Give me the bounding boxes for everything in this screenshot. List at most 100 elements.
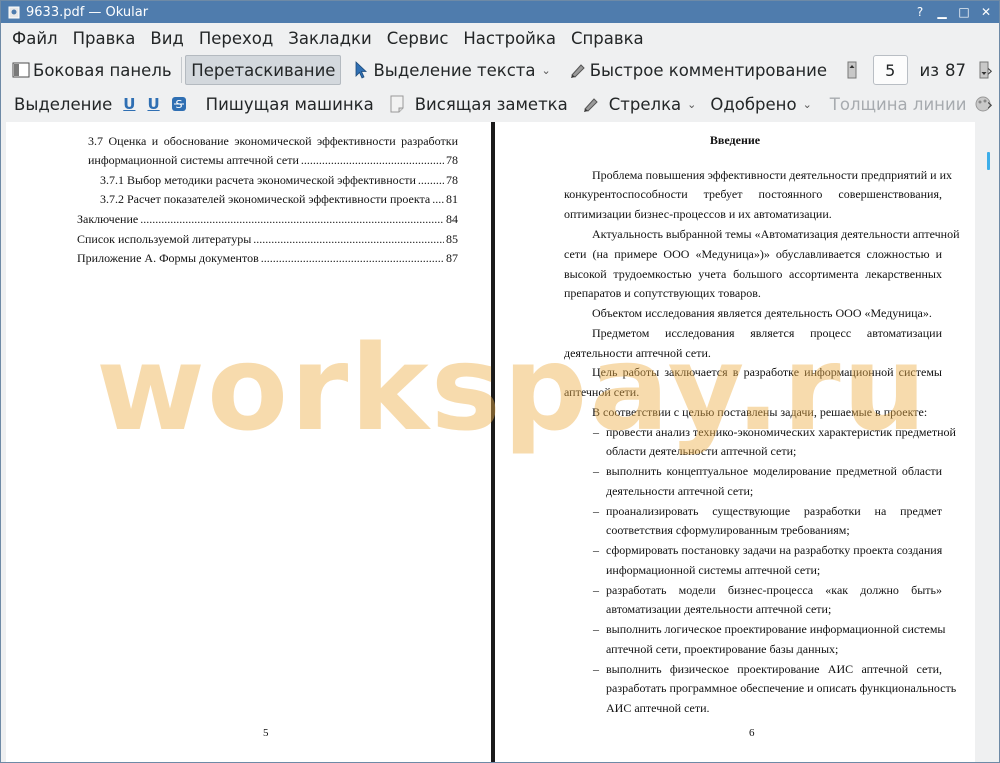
okular-app-icon[interactable]: [7, 5, 21, 19]
chevron-down-icon[interactable]: ⌄: [803, 98, 812, 111]
page-number-input[interactable]: 5: [873, 55, 908, 85]
toc-text: 3.7.1 Выбор методики расчета экономическ…: [100, 173, 416, 187]
bullet-mark: –: [593, 622, 599, 636]
bullet-line: информационной системы аптечной сети;: [606, 563, 821, 577]
sticky-note-label: Висящая заметка: [414, 94, 568, 114]
help-icon[interactable]: ?: [913, 4, 927, 20]
menu-file[interactable]: Файл: [5, 29, 65, 48]
page-right: Введение Проблема повышения эффективност…: [495, 122, 975, 762]
toc-leader: [418, 173, 444, 188]
toc-entry[interactable]: Приложение А. Формы документов 87: [77, 251, 458, 266]
titlebar: 9633.pdf — Okular ? ▁ □ ✕: [1, 1, 999, 23]
typewriter-label: Пишущая машинка: [205, 94, 374, 114]
okular-window: 9633.pdf — Okular ? ▁ □ ✕ Файл Правка Ви…: [0, 0, 1000, 763]
typewriter-button[interactable]: Пишущая машинка: [201, 89, 379, 119]
toolbar-overflow-icon[interactable]: ›: [987, 95, 993, 114]
squiggle-button[interactable]: U: [141, 89, 165, 119]
paragraph-line: конкурентоспособности требует постоянног…: [564, 187, 942, 201]
annotation-toolbar: Выделение U U S Пишущая машинка Висящая …: [1, 87, 999, 121]
bullet-line: деятельности аптечной сети;: [606, 484, 754, 498]
stamp-button[interactable]: Одобрено ⌄: [705, 89, 816, 119]
bullet-line: соответствия сформулированным требования…: [606, 523, 850, 537]
toc-leader: [432, 192, 444, 207]
highlight-button[interactable]: Выделение: [9, 89, 117, 119]
cursor-arrow-icon: [352, 61, 370, 79]
toc-leader: [253, 232, 444, 247]
section-heading: Введение: [709, 133, 761, 147]
chevron-down-icon[interactable]: ⌄: [687, 98, 696, 111]
bullet-mark: –: [593, 662, 599, 676]
menu-settings[interactable]: Настройка: [456, 29, 563, 48]
close-button[interactable]: ✕: [979, 4, 993, 20]
sticky-note-button[interactable]: Висящая заметка: [383, 89, 573, 119]
menu-view[interactable]: Вид: [143, 29, 190, 48]
scrollbar-thumb[interactable]: [987, 152, 990, 170]
menu-edit[interactable]: Правка: [66, 29, 143, 48]
page-up-icon: [843, 61, 861, 79]
line-width-button[interactable]: Толщина линии: [825, 89, 972, 119]
highlight-label: Выделение: [14, 94, 113, 114]
menu-bookmarks[interactable]: Закладки: [281, 29, 378, 48]
next-page-button[interactable]: [972, 55, 999, 85]
toc-leader: [261, 251, 444, 266]
browse-tool-button[interactable]: Перетаскивание: [185, 55, 342, 85]
menu-help[interactable]: Справка: [564, 29, 651, 48]
toc-text: 3.7.2 Расчет показателей экономической э…: [100, 192, 431, 206]
text-selection-label: Выделение текста: [373, 60, 536, 80]
maximize-button[interactable]: □: [957, 4, 971, 20]
toolbar-separator: [180, 57, 182, 83]
page-total: 87: [945, 60, 966, 80]
bullet-line: разработать модели бизнес-процесса «как …: [606, 583, 942, 597]
toc-page: 84: [446, 212, 458, 226]
bullet-line: сформировать постановку задачи на разраб…: [606, 543, 943, 557]
bullet-line: области деятельности аптечной сети;: [606, 444, 797, 458]
sidebar-label: Боковая панель: [33, 60, 172, 80]
paragraph-line: Проблема повышения эффективности деятель…: [592, 168, 952, 182]
bullet-line: выполнить логическое проектирование инфо…: [606, 622, 946, 636]
bullet-mark: –: [593, 425, 599, 439]
paragraph-line: сети (на примере ООО «Медуница»)» обусла…: [564, 247, 942, 261]
toc-entry[interactable]: Заключение 84: [77, 212, 458, 227]
paragraph-line: Цель работы заключается в разработке инф…: [592, 365, 942, 379]
menu-go[interactable]: Переход: [192, 29, 280, 48]
annotation-pen-icon: [569, 61, 587, 79]
minimize-button[interactable]: ▁: [935, 4, 949, 20]
quick-annotations-button[interactable]: Быстрое комментирование: [564, 55, 832, 85]
toc-entry[interactable]: информационной системы аптечной сети 78: [88, 153, 458, 168]
previous-page-button[interactable]: [840, 55, 867, 85]
stamp-label: Одобрено: [710, 94, 797, 114]
arrow-button[interactable]: Стрелка ⌄: [577, 89, 702, 119]
window-title: 9633.pdf — Okular: [26, 4, 149, 20]
document-view[interactable]: 3.7 Оценка и обоснование экономической э…: [1, 122, 999, 762]
vertical-scrollbar[interactable]: [977, 122, 999, 762]
bullet-line: разработать программное обеспечение и оп…: [606, 681, 957, 695]
paragraph-line: высокой трудоемкостью учета большого асс…: [564, 267, 942, 281]
main-toolbar: Боковая панель Перетаскивание Выделение …: [1, 53, 999, 87]
toc-entry[interactable]: Список используемой литературы 85: [77, 232, 458, 247]
toolbar-overflow-icon[interactable]: ›: [987, 61, 993, 80]
sidebar-button[interactable]: Боковая панель: [7, 55, 177, 85]
bullet-line: провести анализ технико-экономических ха…: [606, 425, 956, 439]
toc-page: 87: [446, 251, 458, 265]
toc-entry[interactable]: 3.7.1 Выбор методики расчета экономическ…: [100, 173, 458, 188]
browse-tool-label: Перетаскивание: [191, 60, 336, 80]
toc-page: 78: [446, 173, 458, 187]
toc-text: информационной системы аптечной сети: [88, 153, 299, 167]
paragraph-line: оптимизации бизнес-процессов и их автома…: [564, 207, 832, 221]
chevron-down-icon[interactable]: ⌄: [542, 64, 551, 77]
color-button[interactable]: [971, 89, 998, 119]
menu-tools[interactable]: Сервис: [380, 29, 456, 48]
paragraph-line: Предметом исследования является процесс …: [592, 326, 942, 340]
sidebar-icon: [12, 61, 30, 79]
toc-entry[interactable]: 3.7 Оценка и обоснование экономической э…: [88, 134, 458, 149]
underline-button[interactable]: U: [117, 89, 141, 119]
toc-page: 78: [446, 153, 458, 167]
strikeout-button[interactable]: S: [166, 89, 195, 119]
toc-entry[interactable]: 3.7.2 Расчет показателей экономической э…: [100, 192, 458, 207]
quick-annotations-label: Быстрое комментирование: [589, 60, 828, 80]
toc-leader: [140, 212, 444, 227]
paragraph-line: аптечной сети.: [564, 385, 640, 399]
strikeout-icon: S: [170, 95, 188, 113]
arrow-label: Стрелка: [608, 94, 682, 114]
text-selection-button[interactable]: Выделение текста ⌄: [347, 55, 555, 85]
